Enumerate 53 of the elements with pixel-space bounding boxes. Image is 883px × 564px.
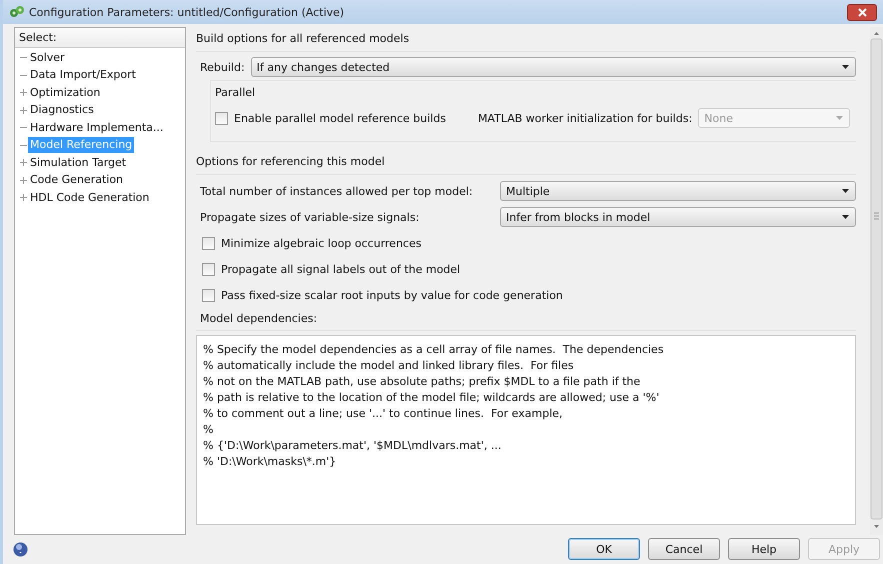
tree-item[interactable]: Optimization <box>28 84 102 101</box>
close-button[interactable] <box>847 4 877 20</box>
checkbox-label: Pass fixed-size scalar root inputs by value for code generation <box>221 288 563 302</box>
comment-line: % 'D:\Work\masks\*.m'} <box>203 454 338 470</box>
expand-icon[interactable] <box>20 159 27 166</box>
caret-icon[interactable] <box>842 189 849 193</box>
rebuild-dropdown[interactable]: If any changes detected <box>250 57 856 77</box>
checkbox-label: Enable parallel model reference builds <box>234 112 446 124</box>
window-title: Configuration Parameters: untitled/Configuration (Active) <box>29 6 346 18</box>
dependencies-label: Model dependencies: <box>196 308 856 331</box>
dialog-button[interactable]: OK <box>568 538 640 560</box>
comment-line: % to comment out a line; use '...' to continue lines. For example, <box>203 406 564 422</box>
checkbox-label: Minimize algebraic loop occurrences <box>221 236 422 250</box>
dialog-button[interactable]: Help <box>728 538 800 560</box>
checkbox[interactable] <box>202 288 215 302</box>
dropdown-label: Propagate sizes of variable-size signals: <box>200 210 420 224</box>
worker-label: MATLAB worker initialization for builds: <box>478 112 692 124</box>
dropdown[interactable]: Infer from blocks in model <box>500 207 856 227</box>
caret-icon[interactable] <box>842 65 849 69</box>
comment-line: % not on the MATLAB path, use absolute paths; prefix $MDL to a file path if the <box>203 374 642 390</box>
group-heading: Parallel <box>214 85 256 101</box>
tree-item[interactable]: Solver <box>28 50 67 66</box>
help-icon[interactable] <box>13 542 28 556</box>
tree-item[interactable]: HDL Code Generation <box>28 190 152 206</box>
expand-icon[interactable] <box>20 89 27 96</box>
section-heading: Options for referencing this model <box>196 150 856 175</box>
tree-header: Select: <box>15 28 185 48</box>
dropdown-label: Total number of instances allowed per top model: <box>200 184 474 198</box>
comment-line: % {'D:\Work\parameters.mat', '$MDL\mdlvars.mat', ... <box>203 438 502 454</box>
caret-icon[interactable] <box>842 215 849 219</box>
checkbox[interactable] <box>202 262 215 276</box>
comment-line: % path is relative to the location of the model file; wildcards are allowed; use a '%' <box>203 390 660 406</box>
dependencies-field[interactable] <box>196 335 856 525</box>
comment-line: % automatically include the model and linked library files. For files <box>203 358 575 374</box>
tree-item[interactable]: Code Generation <box>28 172 126 188</box>
comment-line: % Specify the model dependencies as a cell array of file names. The dependencies <box>203 342 665 358</box>
expand-icon[interactable] <box>20 176 27 184</box>
tree-item[interactable]: Diagnostics <box>28 102 96 118</box>
tree-item[interactable]: Hardware Implementa... <box>28 120 166 136</box>
rebuild-label: Rebuild: <box>200 60 245 74</box>
checkbox[interactable] <box>215 112 228 124</box>
tree-item[interactable]: Simulation Target <box>28 154 128 171</box>
checkbox-label: Propagate all signal labels out of the model <box>221 262 460 276</box>
dialog-button[interactable]: Cancel <box>648 538 720 560</box>
checkbox[interactable] <box>202 236 215 250</box>
tree-item[interactable]: Data Import/Export <box>28 67 138 84</box>
expand-icon[interactable] <box>20 194 27 202</box>
comment-line: % <box>203 422 214 438</box>
app-icon <box>9 5 25 19</box>
close-icon[interactable] <box>858 8 866 16</box>
expand-icon[interactable] <box>20 106 27 114</box>
section-heading: Build options for all referenced models <box>196 27 856 52</box>
dropdown[interactable]: Multiple <box>500 181 856 201</box>
